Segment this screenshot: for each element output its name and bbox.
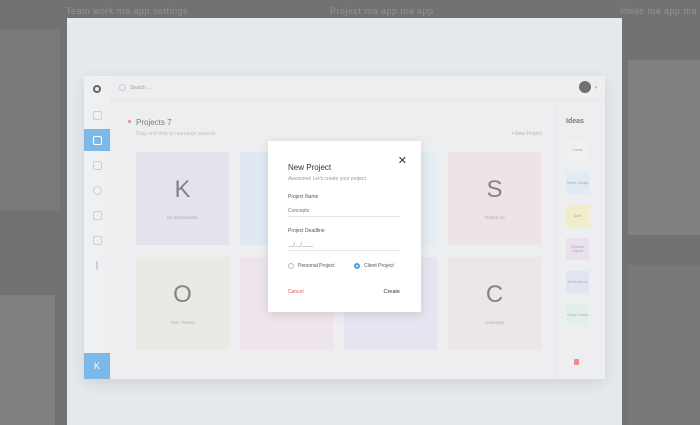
client-project-label: Client Project bbox=[364, 263, 394, 269]
project-deadline-input[interactable] bbox=[288, 239, 400, 251]
dialog-title: New Project bbox=[288, 163, 332, 172]
close-icon[interactable]: ✕ bbox=[398, 156, 407, 167]
new-project-dialog: New Project Awesome! Let's create your p… bbox=[268, 141, 421, 312]
dialog-subtitle: Awesome! Let's create your project bbox=[288, 176, 366, 182]
create-button[interactable]: Create bbox=[383, 289, 400, 295]
radio-checked-icon bbox=[354, 263, 360, 269]
cancel-button[interactable]: Cancel bbox=[288, 289, 304, 295]
client-project-radio[interactable]: Client Project bbox=[354, 263, 394, 269]
personal-project-radio[interactable]: Personal Project bbox=[288, 263, 335, 269]
project-deadline-label: Project Deadline bbox=[288, 228, 325, 234]
project-name-input[interactable] bbox=[288, 205, 400, 217]
project-name-label: Project Name bbox=[288, 194, 319, 200]
personal-project-label: Personal Project bbox=[298, 263, 335, 269]
radio-unchecked-icon bbox=[288, 263, 294, 269]
